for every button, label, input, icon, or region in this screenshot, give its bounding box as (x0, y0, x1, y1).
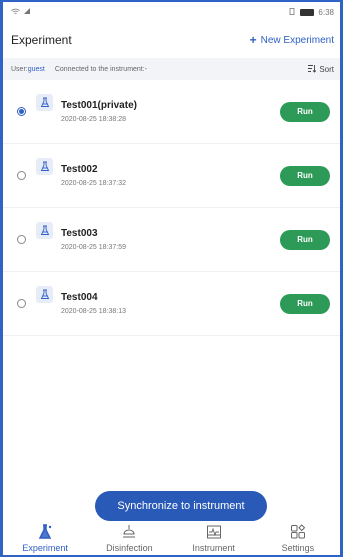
select-radio[interactable] (17, 171, 26, 180)
nav-label: Disinfection (106, 543, 153, 553)
flask-icon (36, 222, 53, 239)
list-item[interactable]: Test002 2020-08-25 18:37:32 Run (3, 144, 340, 208)
sort-icon (307, 64, 317, 75)
sort-label: Sort (319, 64, 334, 74)
select-radio[interactable] (17, 235, 26, 244)
nav-disinfection[interactable]: Disinfection (94, 524, 164, 553)
experiment-name: Test002 (61, 164, 98, 175)
row-text: Test002 2020-08-25 18:37:32 (61, 164, 280, 187)
run-button[interactable]: Run (280, 293, 330, 314)
new-experiment-label: New Experiment (260, 34, 334, 46)
experiment-name: Test001(private) (61, 100, 137, 111)
disinfection-icon (121, 524, 137, 540)
status-left (11, 7, 31, 17)
user-info: User:guest Connected to the instrument:- (11, 66, 147, 73)
flask-icon (36, 158, 53, 175)
nav-label: Experiment (22, 543, 68, 553)
sort-button[interactable]: Sort (307, 64, 334, 75)
wifi-icon (11, 8, 20, 17)
status-time: 6:38 (318, 7, 334, 17)
nav-label: Instrument (192, 543, 235, 553)
connection-status: Connected to the instrument:- (54, 65, 148, 73)
experiment-name: Test004 (61, 292, 98, 303)
status-bar: 6:38 (3, 2, 340, 22)
row-text: Test004 2020-08-25 18:38:13 (61, 292, 280, 315)
select-radio[interactable] (17, 107, 26, 116)
experiment-date: 2020-08-25 18:37:59 (61, 244, 126, 251)
page-title: Experiment (11, 33, 72, 47)
row-text: Test003 2020-08-25 18:37:59 (61, 228, 280, 251)
run-button[interactable]: Run (280, 101, 330, 122)
nav-instrument[interactable]: Instrument (179, 524, 249, 553)
run-button[interactable]: Run (280, 229, 330, 250)
experiment-date: 2020-08-25 18:38:28 (61, 116, 126, 123)
nav-settings[interactable]: Settings (263, 524, 333, 553)
run-button[interactable]: Run (280, 165, 330, 186)
info-bar: User:guest Connected to the instrument:-… (3, 58, 340, 80)
select-radio[interactable] (17, 299, 26, 308)
instrument-icon (206, 524, 222, 540)
user-label: User: (11, 65, 28, 73)
list-item[interactable]: Test003 2020-08-25 18:37:59 Run (3, 208, 340, 272)
status-right: 6:38 (288, 8, 334, 17)
synchronize-button[interactable]: Synchronize to instrument (95, 491, 267, 521)
experiment-icon (37, 524, 53, 540)
experiment-list: Test001(private) 2020-08-25 18:38:28 Run… (3, 80, 340, 336)
header: Experiment + New Experiment (3, 22, 340, 58)
list-item[interactable]: Test001(private) 2020-08-25 18:38:28 Run (3, 80, 340, 144)
list-item[interactable]: Test004 2020-08-25 18:38:13 Run (3, 272, 340, 336)
flask-icon (36, 286, 53, 303)
experiment-name: Test003 (61, 228, 98, 239)
user-value: guest (27, 65, 45, 73)
nav-experiment[interactable]: Experiment (10, 524, 80, 553)
bottom-nav: Experiment Disinfection Instrument Setti… (3, 521, 340, 555)
app-frame: 6:38 Experiment + New Experiment User:gu… (0, 0, 343, 557)
new-experiment-button[interactable]: + New Experiment (250, 33, 334, 47)
nav-label: Settings (281, 543, 315, 553)
battery-icon (300, 8, 315, 16)
signal-icon (24, 7, 31, 17)
experiment-date: 2020-08-25 18:37:32 (61, 180, 126, 187)
experiment-date: 2020-08-25 18:38:13 (61, 308, 126, 315)
row-text: Test001(private) 2020-08-25 18:38:28 (61, 100, 280, 123)
flask-icon (36, 94, 53, 111)
plus-icon: + (249, 33, 257, 47)
vibrate-icon (288, 7, 296, 17)
settings-icon (290, 524, 306, 540)
